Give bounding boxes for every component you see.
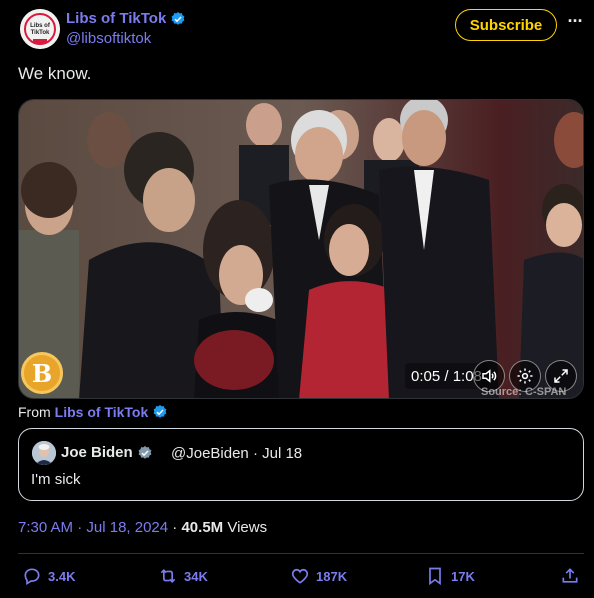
repost-button[interactable]: 34K [158,566,208,586]
share-icon [562,568,578,583]
tweet-date[interactable]: Jul 18, 2024 [86,519,168,536]
quoted-author-name-row[interactable]: Joe Biden [61,444,153,461]
repost-count: 34K [184,568,208,584]
heart-icon [291,568,309,584]
gear-icon [517,368,533,384]
bookmark-icon [429,567,441,586]
like-button[interactable]: 187K [290,566,347,586]
bookmark-button[interactable]: 17K [425,566,475,586]
like-count: 187K [316,568,348,584]
repost-icon [160,568,176,584]
author-handle[interactable]: @libsoftiktok [66,30,186,47]
views-count: 40.5M [181,519,224,536]
views-label: Views [227,519,268,536]
publisher-logo-badge: B [21,352,63,394]
video-source-label: Source: C-SPAN [481,386,567,398]
subscribe-button[interactable]: Subscribe [455,9,557,41]
video-player[interactable]: B 0:05 / 1:08 Source: C-SPAN [18,99,584,399]
video-frame [19,100,583,398]
divider [18,553,584,554]
svg-text:TikTok: TikTok [31,30,50,36]
verified-badge-icon [171,11,185,25]
expand-icon [554,369,568,383]
author-display-name[interactable]: Libs of TikTok [66,10,166,27]
quoted-tweet[interactable]: Joe Biden @JoeBiden · Jul 18 I'm sick [18,428,584,501]
reply-icon [24,568,40,585]
gray-verified-badge-icon [138,445,152,459]
verified-badge-icon [153,405,167,418]
from-attribution: From Libs of TikTok [18,404,168,420]
author-name-row[interactable]: Libs of TikTok [66,10,186,27]
author-avatar[interactable]: Libs of TikTok [20,9,60,49]
svg-text:Libs of: Libs of [30,23,51,29]
tweet-text: We know. [18,64,92,83]
quoted-handle-date: @JoeBiden · Jul 18 [171,445,303,462]
more-options-icon[interactable]: ··· [565,12,585,35]
reply-button[interactable]: 3.4K [22,566,75,586]
tweet-time[interactable]: 7:30 AM [18,519,73,536]
tweet-header: Libs of TikTok Libs of TikTok @libsoftik… [0,0,594,56]
action-bar: 3.4K 34K 187K 17K [0,566,594,590]
quoted-author-avatar[interactable] [32,441,56,465]
reply-count: 3.4K [48,568,76,584]
share-button[interactable] [560,566,580,586]
bookmark-count: 17K [451,568,475,584]
from-account-link[interactable]: Libs of TikTok [55,404,149,420]
from-prefix: From [18,404,51,420]
quoted-author-name[interactable]: Joe Biden [61,444,133,461]
volume-icon [482,369,497,383]
quoted-tweet-text: I'm sick [31,471,81,488]
tweet-meta: 7:30 AM · Jul 18, 2024 · 40.5M Views [18,519,268,536]
